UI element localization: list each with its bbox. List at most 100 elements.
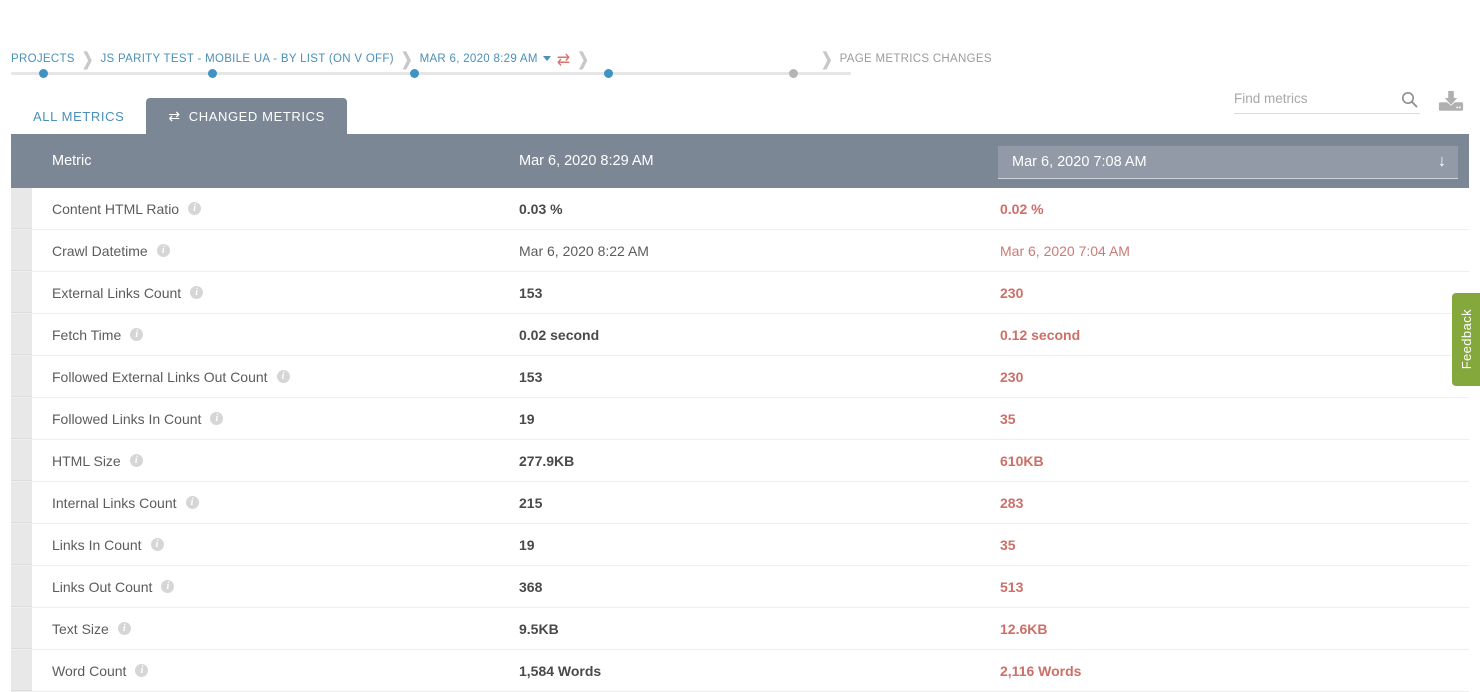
info-icon[interactable]: i bbox=[276, 370, 290, 383]
metric-label: External Links Count bbox=[52, 284, 182, 301]
tab-all-metrics[interactable]: ALL METRICS bbox=[11, 98, 147, 134]
cell-metric-name: External Links Count i bbox=[52, 272, 204, 313]
breadcrumb-item-page-metrics-changes[interactable]: PAGE METRICS CHANGES bbox=[840, 53, 992, 65]
tab-strip: ALL METRICS ⇄ CHANGED METRICS bbox=[11, 98, 347, 134]
table-row[interactable]: Links In Count i 19 35 bbox=[11, 524, 1469, 566]
row-gutter bbox=[11, 188, 32, 229]
search-icon[interactable] bbox=[1401, 91, 1418, 108]
table-row[interactable]: Links Out Count i 368 513 bbox=[11, 566, 1469, 608]
cell-value-compare: 610KB bbox=[1000, 452, 1044, 469]
info-icon[interactable]: i bbox=[117, 622, 131, 635]
row-gutter bbox=[11, 650, 32, 691]
metric-label: Followed Links In Count bbox=[52, 410, 202, 427]
breadcrumb-separator-icon: ❯ bbox=[577, 48, 589, 69]
info-icon[interactable]: i bbox=[210, 412, 224, 425]
search-area bbox=[1234, 88, 1464, 114]
table-row[interactable]: Internal Links Count i 215 283 bbox=[11, 482, 1469, 524]
breadcrumb: PROJECTS ❯ JS PARITY TEST - MOBILE UA - … bbox=[11, 48, 992, 70]
table-row[interactable]: External Links Count i 153 230 bbox=[11, 272, 1469, 314]
cell-metric-name: Crawl Datetime i bbox=[52, 230, 170, 271]
cell-value-compare: 283 bbox=[1000, 494, 1024, 511]
breadcrumb-progress-track bbox=[11, 69, 851, 78]
search-input[interactable] bbox=[1234, 88, 1384, 108]
cell-metric-name: Followed External Links Out Count i bbox=[52, 356, 290, 397]
table-row[interactable]: Text Size i 9.5KB 12.6KB bbox=[11, 608, 1469, 650]
table-row[interactable]: Fetch Time i 0.02 second 0.12 second bbox=[11, 314, 1469, 356]
row-gutter bbox=[11, 440, 32, 481]
info-icon[interactable]: i bbox=[129, 454, 143, 467]
feedback-tab[interactable]: Feedback bbox=[1452, 293, 1480, 386]
table-row[interactable]: Word Count i 1,584 Words 2,116 Words bbox=[11, 650, 1469, 692]
breadcrumb-item-projects[interactable]: PROJECTS bbox=[11, 53, 75, 65]
cell-metric-name: Text Size i bbox=[52, 608, 131, 649]
table-row[interactable]: Crawl Datetime i Mar 6, 2020 8:22 AM Mar 6,… bbox=[11, 230, 1469, 272]
progress-dot-4[interactable] bbox=[604, 69, 613, 78]
arrow-down-icon[interactable]: ↓ bbox=[1438, 154, 1446, 170]
cell-metric-name: Links In Count i bbox=[52, 524, 164, 565]
metric-label: Crawl Datetime bbox=[52, 242, 148, 259]
cell-value-primary: Mar 6, 2020 8:22 AM bbox=[519, 242, 649, 259]
progress-track-line bbox=[11, 72, 851, 75]
info-icon[interactable]: i bbox=[156, 244, 170, 257]
cell-metric-name: HTML Size i bbox=[52, 440, 143, 481]
cell-metric-name: Internal Links Count i bbox=[52, 482, 199, 523]
cell-value-primary: 215 bbox=[519, 494, 543, 511]
breadcrumb-item-project-name[interactable]: JS PARITY TEST - MOBILE UA - BY LIST (ON… bbox=[100, 53, 393, 65]
breadcrumb-bar: PROJECTS ❯ JS PARITY TEST - MOBILE UA - … bbox=[0, 0, 1480, 88]
column-header-date-compare-label: Mar 6, 2020 7:08 AM bbox=[1012, 154, 1147, 170]
cell-value-primary: 153 bbox=[519, 284, 543, 301]
tab-changed-metrics[interactable]: ⇄ CHANGED METRICS bbox=[146, 98, 347, 134]
cell-metric-name: Fetch Time i bbox=[52, 314, 144, 355]
search-box[interactable] bbox=[1234, 88, 1420, 114]
tab-changed-metrics-label: CHANGED METRICS bbox=[188, 108, 325, 124]
table-row[interactable]: Followed Links In Count i 19 35 bbox=[11, 398, 1469, 440]
cell-value-compare: 2,116 Words bbox=[1000, 662, 1082, 679]
table-header-row: Metric Mar 6, 2020 8:29 AM Mar 6, 2020 7… bbox=[11, 134, 1469, 188]
cell-metric-name: Word Count i bbox=[52, 650, 149, 691]
row-gutter bbox=[11, 356, 32, 397]
download-icon[interactable] bbox=[1438, 88, 1464, 114]
table-row[interactable]: HTML Size i 277.9KB 610KB bbox=[11, 440, 1469, 482]
cell-metric-name: Links Out Count i bbox=[52, 566, 175, 607]
cell-value-primary: 153 bbox=[519, 368, 543, 385]
progress-dot-1[interactable] bbox=[39, 69, 48, 78]
cell-value-primary: 19 bbox=[519, 410, 535, 427]
progress-dot-3[interactable] bbox=[410, 69, 419, 78]
cell-value-primary: 9.5KB bbox=[519, 620, 559, 637]
chevron-down-icon[interactable] bbox=[542, 55, 551, 61]
swap-compare-icon[interactable]: ⇄ bbox=[557, 50, 570, 70]
cell-value-compare: 35 bbox=[1000, 410, 1016, 427]
breadcrumb-separator-icon: ❯ bbox=[820, 48, 833, 69]
metrics-table: Metric Mar 6, 2020 8:29 AM Mar 6, 2020 7… bbox=[11, 134, 1469, 692]
info-icon[interactable]: i bbox=[185, 496, 199, 509]
cell-value-compare: 513 bbox=[1000, 578, 1024, 595]
metric-label: Word Count bbox=[52, 662, 127, 679]
table-body: Content HTML Ratio i 0.03 % 0.02 % Crawl Dat… bbox=[11, 188, 1469, 692]
breadcrumb-item-crawl-date[interactable]: MAR 6, 2020 8:29 AM bbox=[420, 53, 538, 65]
swap-icon: ⇄ bbox=[168, 108, 181, 124]
cell-value-compare: 230 bbox=[1000, 284, 1024, 301]
cell-value-compare: 35 bbox=[1000, 536, 1016, 553]
column-header-date-compare-select[interactable]: Mar 6, 2020 7:08 AM ↓ bbox=[998, 146, 1458, 179]
cell-value-compare: 0.02 % bbox=[1000, 200, 1044, 217]
feedback-tab-label: Feedback bbox=[1458, 309, 1474, 370]
breadcrumb-separator-icon: ❯ bbox=[400, 48, 413, 69]
metric-label: Links In Count bbox=[52, 536, 142, 553]
info-icon[interactable]: i bbox=[130, 328, 144, 341]
info-icon[interactable]: i bbox=[161, 580, 175, 593]
cell-metric-name: Content HTML Ratio i bbox=[52, 188, 202, 229]
progress-dot-5[interactable] bbox=[789, 69, 798, 78]
progress-dot-2[interactable] bbox=[208, 69, 217, 78]
cell-value-compare: 230 bbox=[1000, 368, 1024, 385]
cell-value-primary: 19 bbox=[519, 536, 535, 553]
column-header-date-primary: Mar 6, 2020 8:29 AM bbox=[519, 153, 654, 169]
info-icon[interactable]: i bbox=[190, 286, 204, 299]
info-icon[interactable]: i bbox=[135, 664, 149, 677]
metric-label: Links Out Count bbox=[52, 578, 153, 595]
row-gutter bbox=[11, 230, 32, 271]
info-icon[interactable]: i bbox=[188, 202, 202, 215]
table-row[interactable]: Content HTML Ratio i 0.03 % 0.02 % bbox=[11, 188, 1469, 230]
metric-label: Fetch Time bbox=[52, 326, 122, 343]
info-icon[interactable]: i bbox=[150, 538, 164, 551]
table-row[interactable]: Followed External Links Out Count i 153 230 bbox=[11, 356, 1469, 398]
